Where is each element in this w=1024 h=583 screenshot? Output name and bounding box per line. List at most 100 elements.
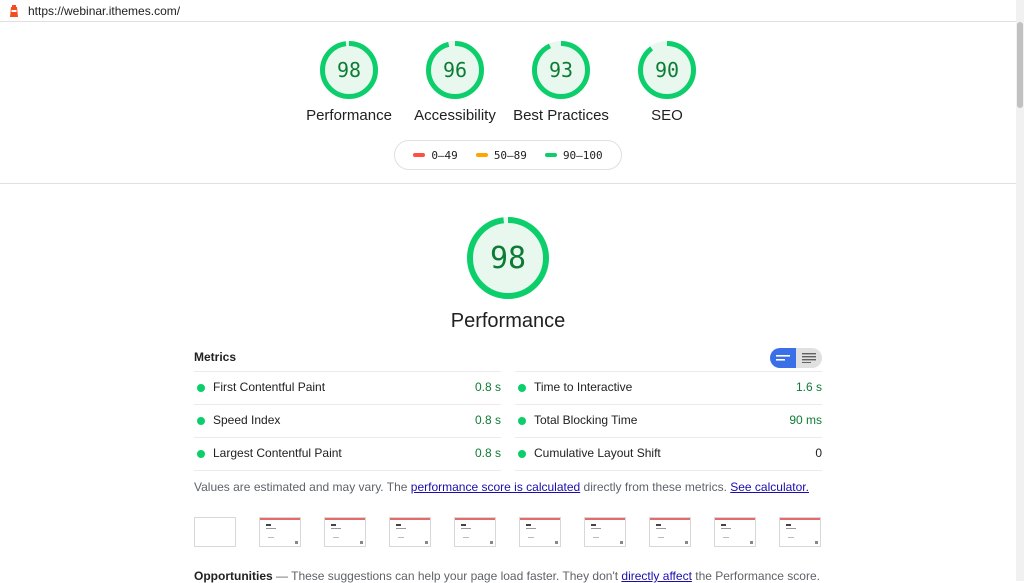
filmstrip-frame xyxy=(779,517,821,547)
frame-line xyxy=(721,528,731,529)
frame-corner xyxy=(360,541,363,544)
legend-pass-swatch xyxy=(544,153,557,157)
frame-line xyxy=(593,537,599,538)
pass-dot-icon xyxy=(197,384,205,392)
score-value: 96 xyxy=(442,58,468,82)
frame-corner xyxy=(685,541,688,544)
metric-name: Speed Index xyxy=(213,413,281,427)
metric-value: 0 xyxy=(815,446,822,460)
pass-dot-icon xyxy=(518,450,526,458)
metric-row: First Contentful Paint 0.8 s xyxy=(194,371,501,404)
frame-line xyxy=(786,528,796,529)
frame-line xyxy=(463,537,469,538)
frame-line xyxy=(331,528,341,529)
frame-header-bar xyxy=(650,518,690,520)
filmstrip-frame xyxy=(194,517,236,547)
metric-name: Total Blocking Time xyxy=(534,413,638,427)
frame-line xyxy=(591,524,596,526)
note-middle: directly from these metrics. xyxy=(580,480,731,494)
metric-row: Speed Index 0.8 s xyxy=(194,404,501,437)
metric-value: 0.8 s xyxy=(474,380,501,394)
metric-value: 0.8 s xyxy=(474,446,501,460)
filmstrip xyxy=(194,517,822,549)
frame-header-bar xyxy=(520,518,560,520)
metric-row: Total Blocking Time 90 ms xyxy=(515,404,822,437)
frame-line xyxy=(723,537,729,538)
frame-line xyxy=(396,524,401,526)
score-label: Best Practices xyxy=(513,107,609,124)
legend-pass-label: 90–100 xyxy=(562,148,603,162)
frame-line xyxy=(526,528,536,529)
performance-score-value: 98 xyxy=(489,241,527,276)
filmstrip-frame xyxy=(259,517,301,547)
metric-value: 0.8 s xyxy=(474,413,501,427)
frame-header-bar xyxy=(325,518,365,520)
frame-corner xyxy=(425,541,428,544)
metric-divider xyxy=(515,470,822,471)
pass-dot-icon xyxy=(518,417,526,425)
scrollbar[interactable] xyxy=(1016,0,1024,581)
metrics-right-column: Time to Interactive 1.6 s Total Blocking T… xyxy=(515,371,822,471)
frame-line xyxy=(333,537,339,538)
metric-divider xyxy=(194,470,501,471)
address-bar: https://webinar.ithemes.com/ xyxy=(0,0,1016,22)
score-gauge-best-practices[interactable]: 93 Best Practices xyxy=(502,41,620,124)
pass-dot-icon xyxy=(197,417,205,425)
filmstrip-frame xyxy=(389,517,431,547)
lines-expanded-icon[interactable] xyxy=(796,348,822,368)
score-legend: 0–49 50–89 90–100 xyxy=(394,140,622,170)
score-value: 90 xyxy=(654,58,680,82)
frame-header-bar xyxy=(390,518,430,520)
filmstrip-frame xyxy=(714,517,756,547)
frame-line xyxy=(788,537,794,538)
filmstrip-frame xyxy=(519,517,561,547)
frame-corner xyxy=(620,541,623,544)
metric-row: Time to Interactive 1.6 s xyxy=(515,371,822,404)
score-label: Performance xyxy=(306,107,392,124)
legend-fail: 0–49 xyxy=(413,149,458,162)
url-text[interactable]: https://webinar.ithemes.com/ xyxy=(28,4,180,18)
frame-line xyxy=(528,537,534,538)
frame-line xyxy=(591,528,601,529)
metrics-left-column: First Contentful Paint 0.8 s Speed Index 0.… xyxy=(194,371,501,471)
legend-fail-swatch xyxy=(413,153,426,157)
legend-average-label: 50–89 xyxy=(493,148,527,162)
frame-line xyxy=(461,528,471,529)
metric-name: First Contentful Paint xyxy=(213,380,326,394)
see-calculator-link[interactable]: See calculator. xyxy=(730,480,809,494)
frame-corner xyxy=(815,541,818,544)
metrics-view-toggle[interactable] xyxy=(770,348,822,368)
metric-value: 1.6 s xyxy=(795,380,822,394)
section-divider xyxy=(0,183,1016,184)
frame-corner xyxy=(490,541,493,544)
performance-gauge: 98 Performance xyxy=(418,217,598,332)
score-value: 93 xyxy=(548,58,574,82)
frame-line xyxy=(461,524,466,526)
pass-dot-icon xyxy=(197,450,205,458)
metric-name: Time to Interactive xyxy=(534,380,633,394)
metrics-title: Metrics xyxy=(194,350,237,364)
frame-line xyxy=(526,524,531,526)
score-calculated-link[interactable]: performance score is calculated xyxy=(411,480,580,494)
bars-compact-icon[interactable] xyxy=(770,348,796,368)
frame-corner xyxy=(750,541,753,544)
note-prefix: Values are estimated and may vary. The xyxy=(194,480,411,494)
frame-line xyxy=(721,524,726,526)
legend-fail-label: 0–49 xyxy=(431,148,458,162)
legend-average: 50–89 xyxy=(475,148,527,162)
frame-line xyxy=(268,537,274,538)
filmstrip-frame xyxy=(649,517,691,547)
score-gauge-performance[interactable]: 98 Performance xyxy=(290,41,408,124)
score-gauge-seo[interactable]: 90 SEO xyxy=(608,41,726,124)
scrollbar-thumb[interactable] xyxy=(1017,22,1023,108)
score-label: SEO xyxy=(651,107,683,124)
frame-header-bar xyxy=(715,518,755,520)
score-value: 98 xyxy=(336,58,362,82)
score-label: Accessibility xyxy=(414,107,496,124)
metrics-header: Metrics xyxy=(194,348,822,370)
frame-line xyxy=(331,524,336,526)
score-gauge-accessibility[interactable]: 96 Accessibility xyxy=(396,41,514,124)
frame-line xyxy=(266,524,271,526)
lighthouse-icon xyxy=(8,3,20,18)
filmstrip-frame xyxy=(324,517,366,547)
